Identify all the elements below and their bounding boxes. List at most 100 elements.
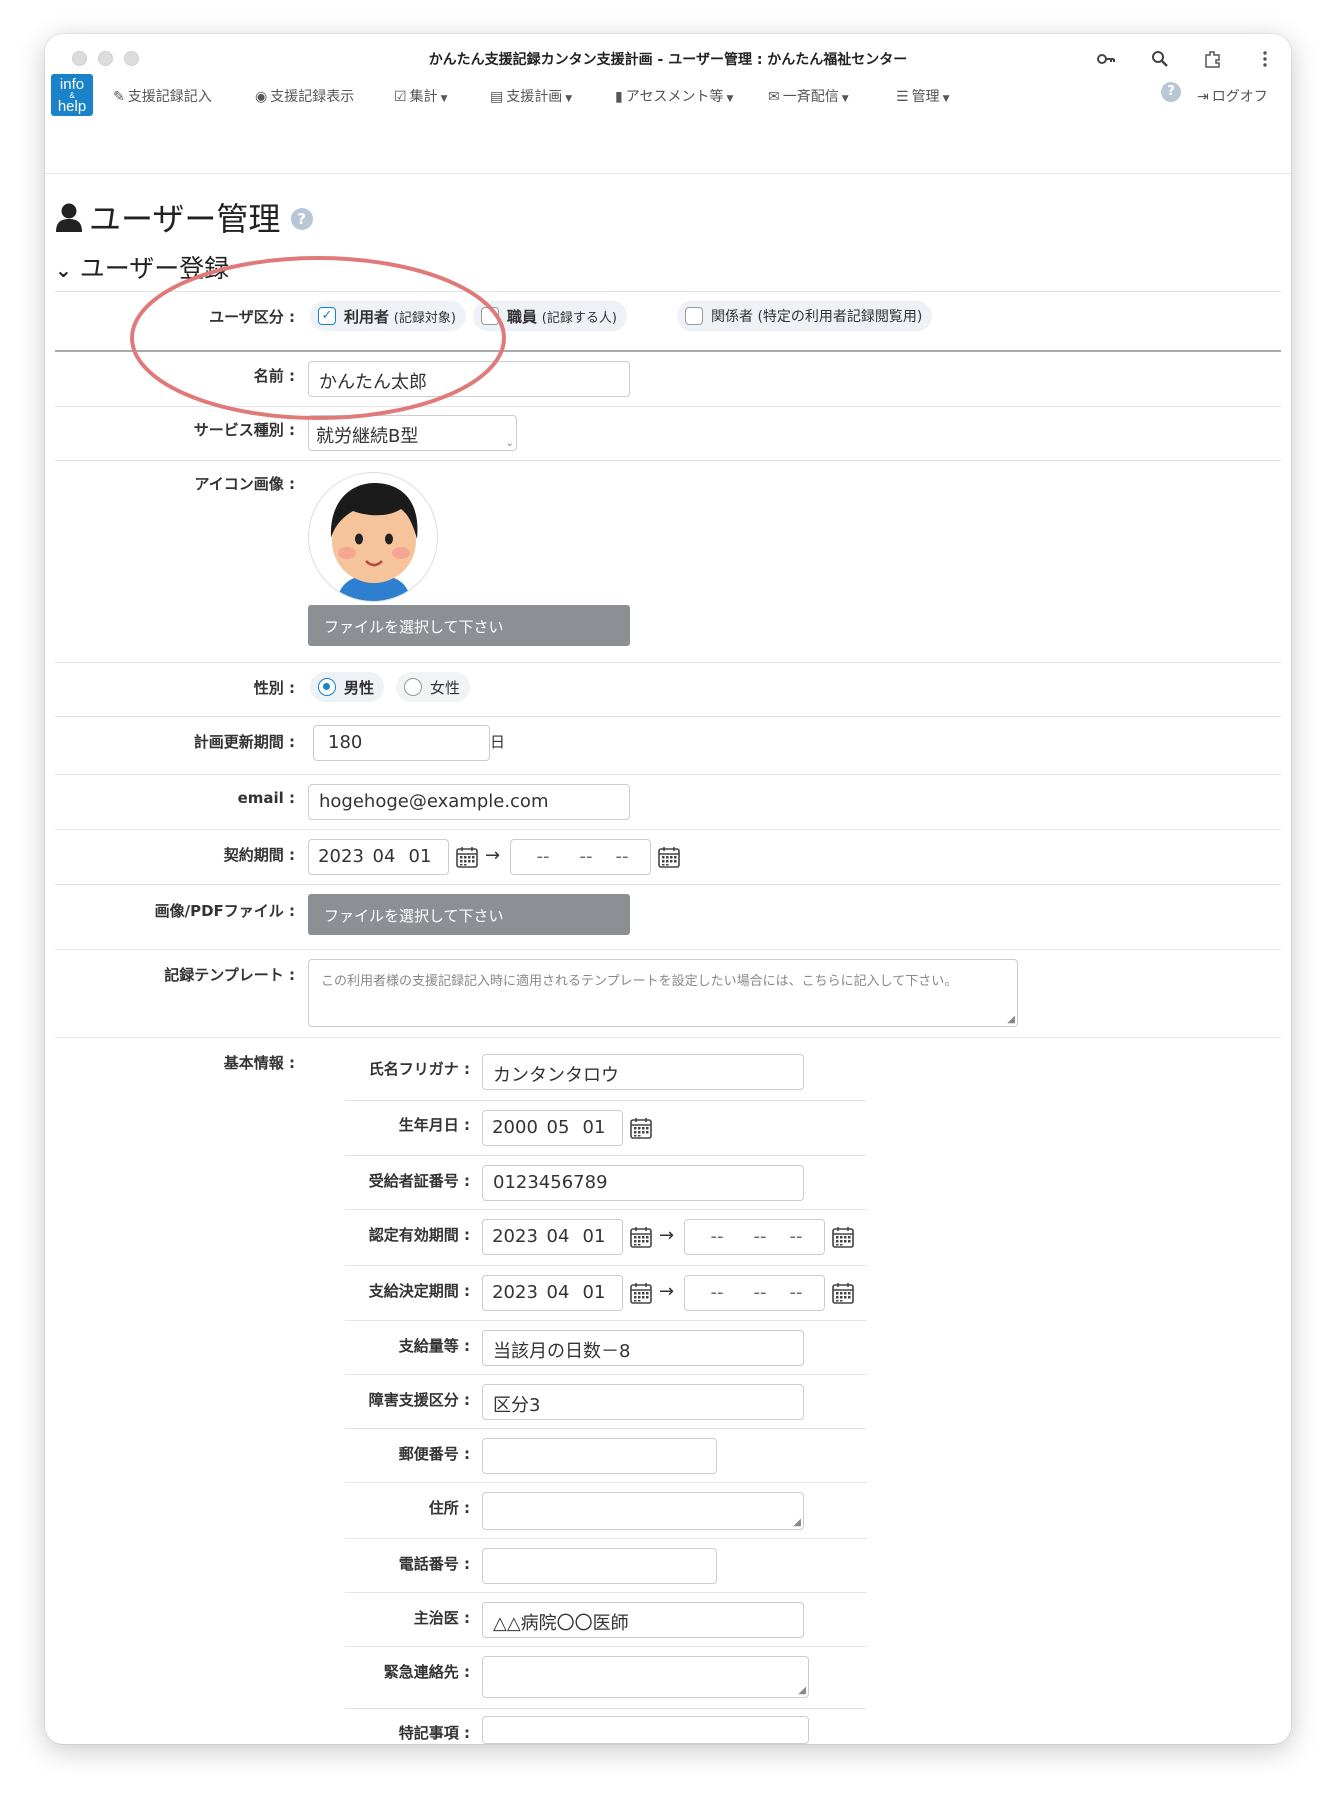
- decision-start-date[interactable]: 2023 04 01: [482, 1275, 623, 1311]
- amount-input[interactable]: 当該月の日数－8: [482, 1330, 804, 1366]
- zoom-icon[interactable]: [1149, 48, 1171, 70]
- caret-down-icon: ▼: [440, 94, 448, 104]
- more-icon[interactable]: [1254, 48, 1276, 70]
- phone-label: 電話番号 :: [398, 1555, 470, 1573]
- help-icon[interactable]: ?: [290, 208, 313, 230]
- nav-help[interactable]: ?: [1161, 82, 1181, 104]
- nav-label: 一斉配信: [782, 89, 839, 105]
- gender-female-option[interactable]: 女性: [396, 672, 471, 702]
- amount-row: 支給量等 : 当該月の日数－8: [345, 1320, 867, 1374]
- date-month: --: [753, 1226, 767, 1247]
- service-select[interactable]: 就労継続B型 ⌄: [308, 415, 517, 451]
- caret-down-icon: ▼: [841, 94, 849, 104]
- postal-label: 郵便番号 :: [398, 1445, 470, 1463]
- gender-male-option[interactable]: 男性: [310, 672, 385, 702]
- recipient-no-input[interactable]: 0123456789: [482, 1165, 804, 1201]
- nav-label: 管理: [911, 89, 940, 105]
- nav-support-plan[interactable]: ▤ 支援計画 ▼: [490, 86, 572, 106]
- service-row: サービス種別 : 就労継続B型 ⌄: [55, 406, 1281, 460]
- nav-broadcast[interactable]: ✉ 一斉配信 ▼: [768, 86, 849, 106]
- option-main: 利用者: [344, 308, 390, 326]
- service-label: サービス種別 :: [193, 421, 295, 439]
- icon-image-label: アイコン画像 :: [194, 475, 295, 493]
- calendar-icon[interactable]: [455, 845, 479, 869]
- disability-class-input[interactable]: 区分3: [482, 1384, 804, 1420]
- contract-end-date[interactable]: -- -- --: [510, 839, 651, 875]
- user-type-option-related[interactable]: 関係者 (特定の利用者記録閲覧用): [677, 301, 933, 331]
- gender-male-label: 男性: [344, 679, 375, 697]
- section-title[interactable]: ⌄ ユーザー登録: [55, 249, 229, 285]
- template-textarea[interactable]: この利用者様の支援記録記入時に適用されるテンプレートを設定したい場合には、こちら…: [308, 959, 1018, 1027]
- nav-assessment[interactable]: ▮ アセスメント等 ▼: [615, 86, 733, 106]
- browser-window: かんたん支援記録カンタン支援計画 - ユーザー管理 : かんたん福祉センター i…: [45, 34, 1291, 1744]
- calendar-icon[interactable]: [831, 1225, 855, 1249]
- resize-handle-icon[interactable]: ◢: [793, 1518, 801, 1528]
- logout-icon: ⇥: [1197, 89, 1209, 105]
- page-title: ユーザー管理 ?: [55, 194, 313, 240]
- key-icon[interactable]: [1095, 48, 1117, 70]
- name-label: 名前 :: [253, 367, 295, 385]
- checkbox-checked-icon: ✓: [318, 307, 336, 325]
- date-day: 01: [582, 1117, 606, 1138]
- date-year: 2023: [492, 1226, 538, 1247]
- furigana-input[interactable]: カンタンタロウ: [482, 1054, 804, 1090]
- date-day: 01: [582, 1282, 606, 1303]
- email-label: email :: [237, 789, 295, 807]
- plan-period-input[interactable]: 180: [313, 725, 490, 761]
- address-textarea[interactable]: ◢: [482, 1492, 804, 1530]
- nav-support-record-view[interactable]: ◉ 支援記録表示: [255, 86, 354, 106]
- list-icon: ☰: [896, 89, 909, 105]
- logo-text-3: help: [57, 98, 87, 115]
- nav-support-record-entry[interactable]: ✎ 支援記録記入: [113, 86, 212, 106]
- postal-input[interactable]: [482, 1438, 717, 1474]
- doctor-input[interactable]: △△病院〇〇医師: [482, 1602, 804, 1638]
- pdf-file-button[interactable]: ファイルを選択して下さい: [308, 894, 630, 935]
- birthday-date[interactable]: 2000 05 01: [482, 1110, 623, 1146]
- resize-handle-icon[interactable]: ◢: [798, 1686, 806, 1696]
- date-year: 2023: [318, 846, 364, 867]
- nav-label: アセスメント等: [625, 89, 724, 105]
- postal-row: 郵便番号 :: [345, 1428, 867, 1482]
- calendar-icon[interactable]: [831, 1281, 855, 1305]
- doctor-row: 主治医 : △△病院〇〇医師: [345, 1592, 867, 1646]
- template-label: 記録テンプレート :: [164, 966, 295, 984]
- calendar-icon[interactable]: [657, 845, 681, 869]
- user-type-option-client[interactable]: ✓ 利用者 (記録対象): [310, 301, 466, 331]
- contract-row: 契約期間 : 2023 04 01 → -- -- --: [55, 829, 1281, 884]
- date-year: 2000: [492, 1117, 538, 1138]
- nav-admin[interactable]: ☰ 管理 ▼: [896, 86, 949, 106]
- arrow-icon: →: [659, 1225, 675, 1246]
- nav-summary[interactable]: ☑ 集計 ▼: [394, 86, 447, 106]
- logout-link[interactable]: ⇥ ログオフ: [1197, 86, 1268, 106]
- extension-icon[interactable]: [1202, 48, 1224, 70]
- contract-start-date[interactable]: 2023 04 01: [308, 839, 449, 875]
- disability-class-row: 障害支援区分 : 区分3: [345, 1374, 867, 1428]
- cert-start-date[interactable]: 2023 04 01: [482, 1219, 623, 1255]
- resize-handle-icon[interactable]: ◢: [1007, 1015, 1015, 1025]
- phone-input[interactable]: [482, 1548, 717, 1584]
- decision-end-date[interactable]: -- -- --: [684, 1275, 825, 1311]
- user-type-option-staff[interactable]: 職員 (記録する人): [473, 301, 627, 331]
- icon-file-button[interactable]: ファイルを選択して下さい: [308, 605, 630, 646]
- amount-label: 支給量等 :: [398, 1337, 470, 1355]
- eye-icon: ◉: [255, 89, 268, 105]
- notes-textarea[interactable]: [482, 1716, 809, 1744]
- gender-label: 性別 :: [253, 679, 295, 697]
- furigana-label: 氏名フリガナ :: [368, 1060, 470, 1078]
- plan-period-row: 計画更新期間 : 180 日: [55, 716, 1281, 774]
- cert-end-date[interactable]: -- -- --: [684, 1219, 825, 1255]
- furigana-row: 氏名フリガナ : カンタンタロウ: [345, 1040, 867, 1100]
- calendar-icon[interactable]: [629, 1116, 653, 1140]
- emergency-textarea[interactable]: ◢: [482, 1656, 809, 1698]
- email-input[interactable]: hogehoge@example.com: [308, 784, 630, 820]
- logout-label: ログオフ: [1211, 89, 1268, 105]
- envelope-icon: ✉: [768, 89, 780, 105]
- select-arrow-icon: ⌄: [505, 438, 514, 449]
- info-help-logo[interactable]: info & help: [51, 74, 93, 116]
- nav-label: 集計: [409, 89, 438, 105]
- radio-icon: [404, 678, 422, 696]
- date-year: 2023: [492, 1282, 538, 1303]
- calendar-icon[interactable]: [629, 1281, 653, 1305]
- calendar-icon[interactable]: [629, 1225, 653, 1249]
- name-input[interactable]: かんたん太郎: [308, 361, 630, 397]
